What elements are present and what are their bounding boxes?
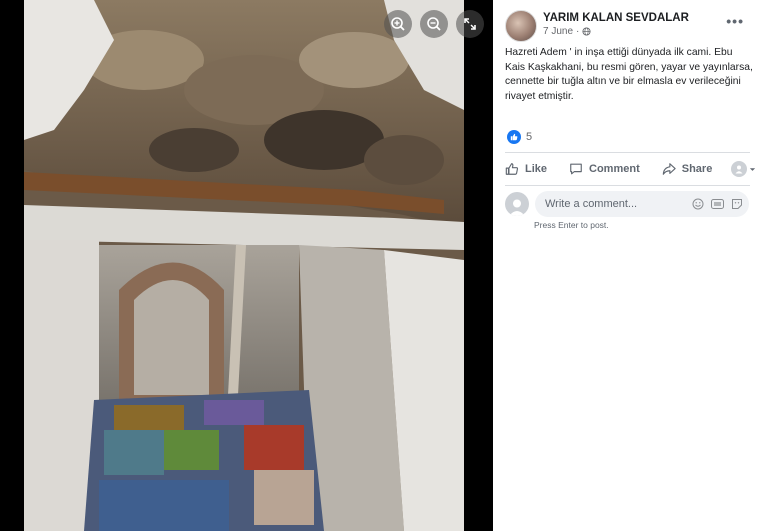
comment-composer — [505, 191, 749, 217]
reactions-summary[interactable]: 5 — [507, 130, 532, 144]
more-options-icon[interactable]: ••• — [726, 14, 744, 28]
post-text: Hazreti Adem ' in inşa ettiği dünyada il… — [505, 47, 753, 102]
post-header: YARIM KALAN SEVDALAR 7 June · — [505, 10, 689, 42]
post-photo — [24, 0, 464, 531]
post-panel: YARIM KALAN SEVDALAR 7 June · ••• Hazret… — [493, 0, 762, 531]
caret-down-icon — [749, 167, 756, 171]
zoom-out-icon — [427, 17, 441, 31]
thumbs-up-icon — [505, 163, 519, 175]
gif-icon[interactable] — [711, 198, 724, 210]
zoom-out-button[interactable] — [420, 10, 448, 38]
emoji-icon[interactable] — [692, 198, 704, 210]
current-user-avatar — [505, 192, 529, 216]
comment-input[interactable] — [545, 198, 692, 210]
post-date[interactable]: 7 June — [543, 25, 573, 38]
divider — [505, 185, 750, 186]
share-icon — [662, 163, 676, 175]
zoom-in-icon — [391, 17, 405, 31]
comment-hint: Press Enter to post. — [534, 220, 609, 230]
comment-button[interactable]: Comment — [569, 162, 640, 176]
fullscreen-button[interactable] — [456, 10, 484, 38]
globe-icon — [582, 27, 591, 36]
fullscreen-icon — [464, 18, 476, 30]
user-avatar-icon — [731, 161, 747, 177]
reaction-count: 5 — [526, 131, 533, 143]
page-avatar[interactable] — [505, 10, 537, 42]
sticker-icon[interactable] — [731, 198, 743, 210]
share-button[interactable]: Share — [662, 162, 712, 176]
divider — [505, 152, 750, 153]
comment-box[interactable] — [535, 191, 749, 217]
photo-viewer — [0, 0, 493, 531]
like-button[interactable]: Like — [505, 162, 547, 176]
post-actions: Like Comment Share — [505, 155, 756, 183]
reaction-audience-selector[interactable] — [731, 161, 756, 177]
like-reaction-icon — [507, 130, 521, 144]
comment-icon — [570, 163, 582, 175]
zoom-in-button[interactable] — [384, 10, 412, 38]
page-name[interactable]: YARIM KALAN SEVDALAR — [543, 11, 689, 25]
